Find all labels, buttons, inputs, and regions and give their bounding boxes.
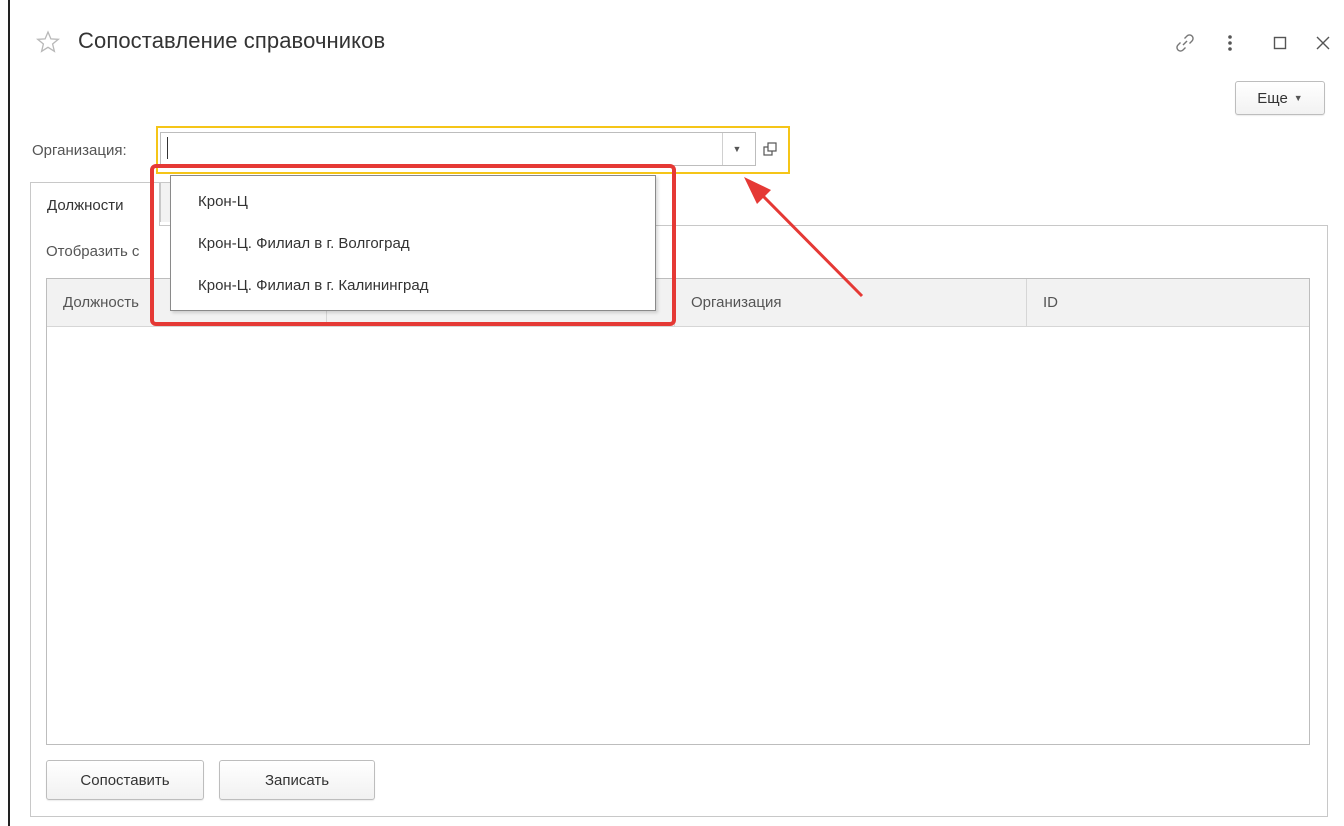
save-button[interactable]: Записать bbox=[219, 760, 375, 800]
more-vertical-icon[interactable] bbox=[1217, 30, 1243, 56]
link-icon[interactable] bbox=[1172, 30, 1198, 56]
column-organization[interactable]: Организация bbox=[675, 279, 1027, 326]
column-id[interactable]: ID bbox=[1027, 279, 1310, 326]
organization-label: Организация: bbox=[32, 142, 127, 159]
show-filter-label: Отобразить с bbox=[46, 243, 140, 260]
page-title: Сопоставление справочников bbox=[78, 28, 386, 53]
more-button[interactable]: Еще ▼ bbox=[1235, 81, 1325, 115]
tab-positions[interactable]: Должности bbox=[30, 182, 160, 226]
star-icon[interactable] bbox=[36, 30, 60, 54]
close-icon[interactable] bbox=[1310, 30, 1336, 56]
mapping-table[interactable]: Должность Организация ID bbox=[46, 278, 1310, 745]
callout-box bbox=[150, 164, 676, 326]
caret-down-icon: ▼ bbox=[1293, 93, 1303, 103]
match-button[interactable]: Сопоставить bbox=[46, 760, 204, 800]
maximize-icon[interactable] bbox=[1267, 30, 1293, 56]
more-button-label: Еще bbox=[1257, 89, 1288, 107]
